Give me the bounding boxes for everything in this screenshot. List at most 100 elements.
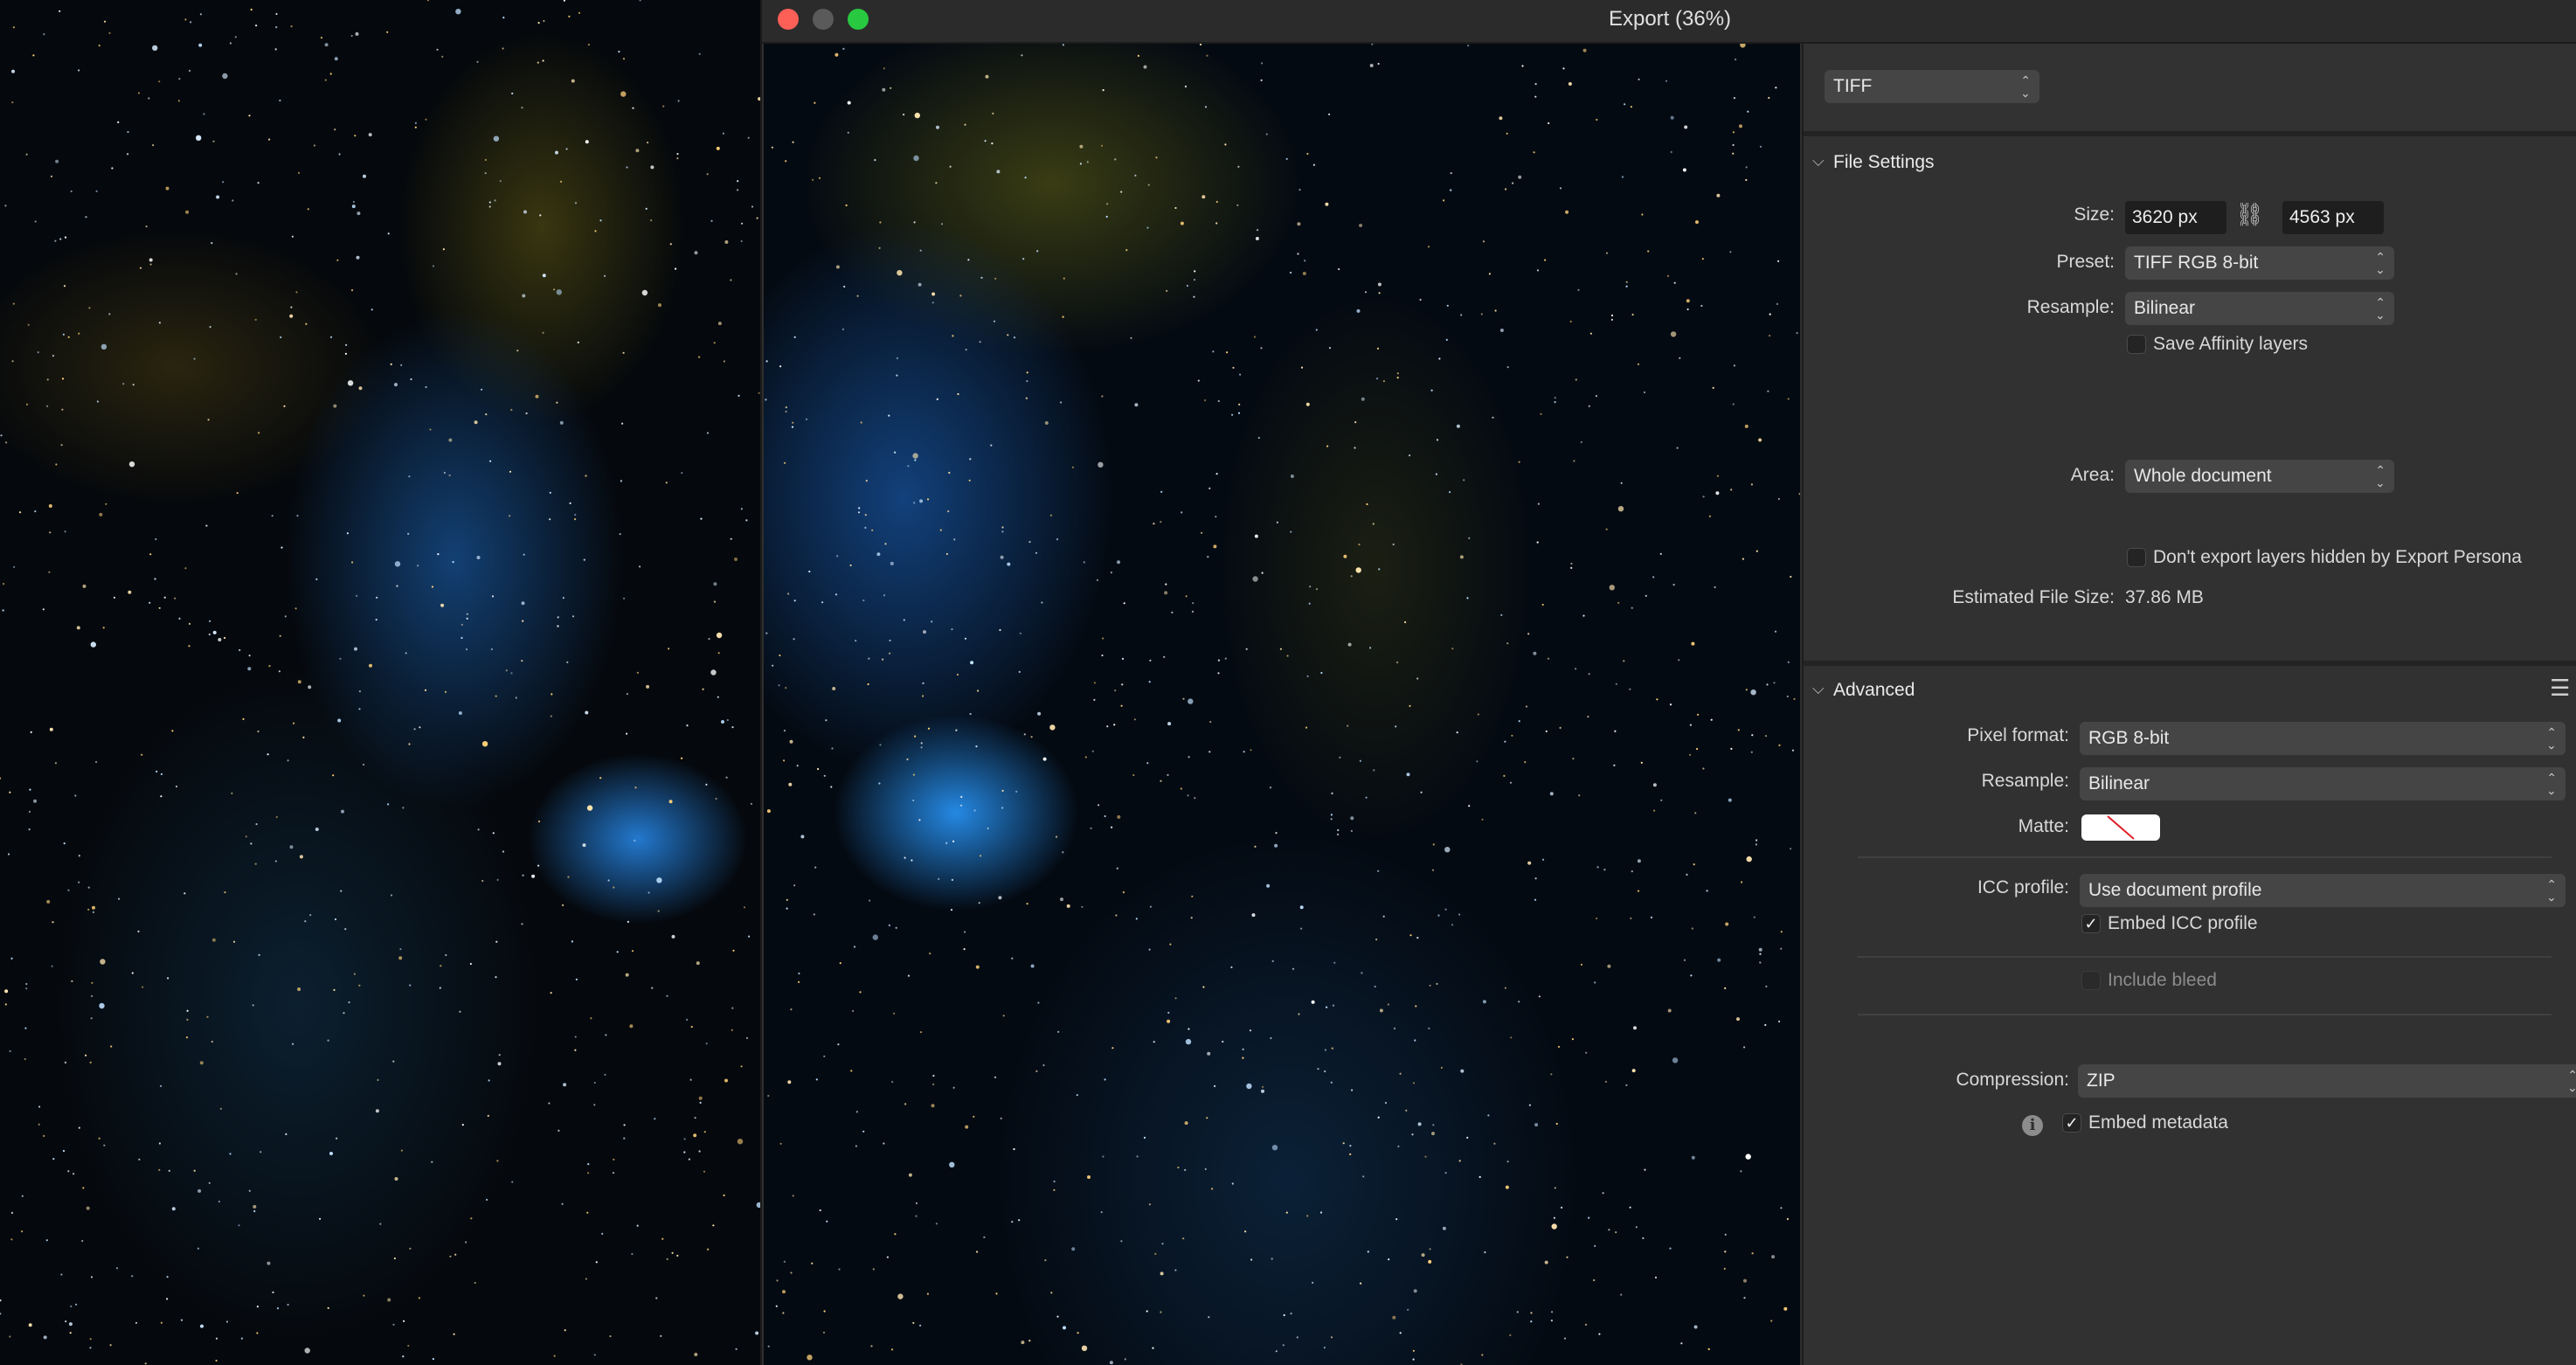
star: [1338, 267, 1340, 271]
star: [1518, 1001, 1520, 1003]
star: [511, 1181, 514, 1183]
star: [1188, 698, 1194, 704]
star: [571, 940, 574, 943]
star: [585, 475, 587, 477]
star: [390, 894, 393, 897]
file-settings-header[interactable]: ⌵ File Settings: [1804, 152, 2576, 178]
star: [1215, 516, 1217, 518]
width-field[interactable]: 3620 px: [2125, 201, 2226, 234]
star: [1550, 1320, 1553, 1322]
title-bar[interactable]: Export (36%): [762, 0, 2576, 44]
star: [1596, 866, 1599, 869]
star: [1790, 575, 1792, 579]
info-icon[interactable]: i: [2022, 1115, 2043, 1136]
star: [424, 689, 427, 691]
star: [357, 211, 361, 216]
star: [740, 1065, 743, 1068]
star: [1013, 336, 1016, 339]
star: [1300, 366, 1304, 369]
star: [1617, 601, 1620, 605]
star: [876, 552, 881, 557]
embed-metadata-checkbox[interactable]: ✓: [2062, 1113, 2081, 1133]
star: [1001, 789, 1004, 793]
star: [291, 235, 294, 238]
star: [1105, 215, 1108, 218]
star: [1062, 315, 1064, 318]
star: [785, 410, 787, 413]
star: [1635, 1226, 1638, 1229]
save-layers-checkbox[interactable]: [2127, 335, 2146, 354]
star: [651, 987, 654, 989]
star: [307, 208, 309, 211]
star: [253, 1209, 256, 1213]
star: [915, 1215, 918, 1217]
star: [354, 135, 357, 137]
star: [1326, 1006, 1328, 1008]
star: [919, 249, 922, 252]
star: [296, 515, 299, 517]
star: [710, 669, 717, 676]
matte-color-swatch[interactable]: [2081, 814, 2160, 841]
star: [1160, 490, 1163, 493]
preset-select[interactable]: TIFF RGB 8-bit ⌃ ⌃: [2125, 246, 2394, 280]
adv-resample-select[interactable]: Bilinear ⌃ ⌃: [2080, 767, 2566, 800]
star: [1534, 1123, 1539, 1127]
star: [135, 1321, 138, 1324]
include-bleed-checkbox[interactable]: [2081, 971, 2101, 990]
star: [1174, 997, 1177, 1000]
resample-select[interactable]: Bilinear ⌃ ⌃: [2125, 292, 2394, 325]
area-select[interactable]: Whole document ⌃ ⌃: [2125, 460, 2394, 493]
advanced-header[interactable]: ⌵ Advanced: [1804, 680, 2576, 706]
star: [622, 58, 626, 60]
dont-export-hidden-checkbox[interactable]: [2127, 548, 2146, 567]
compression-select[interactable]: ZIP ⌃⌃: [2078, 1064, 2576, 1098]
star: [1409, 704, 1411, 708]
star: [951, 878, 953, 882]
star: [1602, 1192, 1604, 1195]
star: [443, 471, 446, 475]
star: [352, 200, 355, 204]
star: [683, 1151, 686, 1154]
star: [248, 114, 251, 117]
star: [1499, 116, 1503, 121]
pixel-format-select[interactable]: RGB 8-bit ⌃ ⌃: [2080, 722, 2566, 755]
pixel-format-label: Pixel format:: [1967, 725, 2069, 745]
star: [1432, 1124, 1435, 1126]
star: [1683, 959, 1686, 961]
star: [248, 1189, 251, 1192]
star: [979, 341, 981, 343]
format-select[interactable]: TIFF ⌃ ⌃: [1825, 70, 2039, 103]
embed-icc-checkbox[interactable]: ✓: [2081, 914, 2101, 933]
star: [258, 953, 260, 956]
link-icon[interactable]: ⛓: [2235, 201, 2264, 228]
star: [414, 126, 417, 128]
star: [574, 1036, 577, 1038]
star: [731, 1029, 733, 1031]
menu-icon[interactable]: ☰: [2550, 675, 2570, 702]
star: [1180, 787, 1182, 790]
star: [250, 842, 253, 845]
star: [250, 8, 253, 11]
star: [1146, 226, 1149, 229]
star: [280, 546, 283, 549]
height-field[interactable]: 4563 px: [2282, 201, 2384, 234]
star: [1007, 334, 1009, 336]
icc-profile-select[interactable]: Use document profile ⌃ ⌃: [2080, 874, 2566, 907]
star: [180, 1319, 184, 1321]
star: [267, 1261, 271, 1265]
star: [626, 732, 628, 735]
star: [1578, 794, 1581, 797]
star: [1378, 568, 1381, 571]
star: [621, 422, 624, 425]
star: [253, 1204, 257, 1209]
star: [52, 921, 54, 924]
star: [1700, 304, 1703, 308]
star: [78, 1126, 80, 1129]
star: [1102, 1155, 1104, 1158]
star: [1656, 698, 1658, 701]
star: [158, 80, 161, 83]
star: [975, 965, 980, 969]
star: [1596, 917, 1598, 920]
star: [103, 1144, 106, 1147]
star: [206, 1015, 209, 1018]
